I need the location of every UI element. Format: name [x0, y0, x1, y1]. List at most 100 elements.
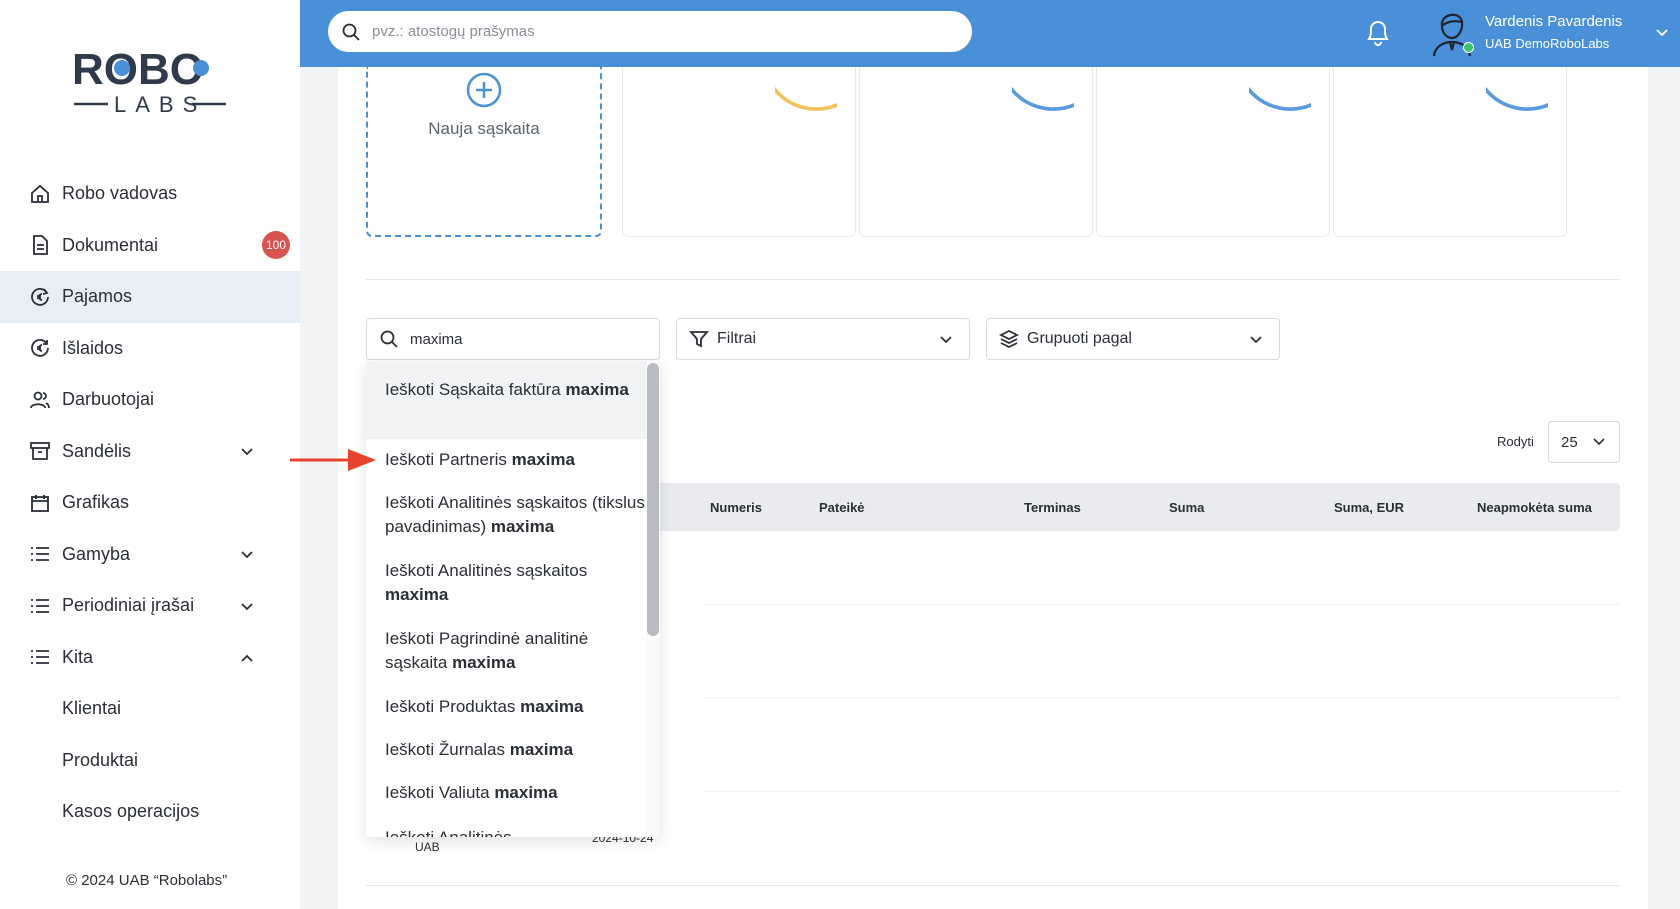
- table-row-divider: [703, 604, 1620, 605]
- search-icon: [342, 23, 360, 41]
- column-header-suma[interactable]: Suma: [1169, 483, 1204, 531]
- sidebar-item-label: Sandėlis: [62, 440, 132, 461]
- euro-income-icon: [30, 287, 50, 307]
- chevron-down-icon: [241, 551, 253, 559]
- global-search[interactable]: [328, 11, 972, 52]
- column-header-numeris[interactable]: Numeris: [710, 483, 762, 531]
- home-icon: [30, 184, 50, 204]
- suggestion-partneris[interactable]: Ieškoti Partneris maxima: [366, 439, 646, 482]
- layers-icon: [999, 329, 1019, 349]
- table-cell-partner: UAB: [415, 840, 440, 854]
- sidebar-item-label: Pajamos: [62, 286, 133, 307]
- sidebar-item-islaidos[interactable]: Išlaidos: [0, 323, 300, 375]
- group-by-label: Grupuoti pagal: [1027, 330, 1132, 347]
- sidebar-item-label: Išlaidos: [62, 337, 124, 358]
- sidebar-item-sandelis[interactable]: Sandėlis: [0, 426, 300, 478]
- table-search-input[interactable]: [410, 330, 630, 348]
- stat-card[interactable]: [622, 67, 856, 237]
- list-icon: [30, 596, 50, 616]
- page-size-label: Rodyti: [1497, 434, 1534, 449]
- new-invoice-card[interactable]: Nauja sąskaita: [366, 67, 602, 237]
- sidebar-item-label: Grafikas: [62, 492, 130, 513]
- dropdown-scrollbar[interactable]: [646, 361, 660, 837]
- column-header-suma-eur[interactable]: Suma, EUR: [1334, 483, 1404, 531]
- annotation-arrow-icon: [290, 449, 376, 471]
- suggestion-analitines[interactable]: Ieškoti Analitinės: [366, 817, 646, 837]
- sidebar-item-pajamos[interactable]: Pajamos: [0, 271, 300, 323]
- sidebar: ROBO LABS Robo vadovas Dokumentai 100 Pa…: [0, 0, 300, 909]
- sidebar-item-label: Robo vadovas: [62, 183, 178, 204]
- chevron-down-icon: [1593, 438, 1605, 446]
- sidebar-item-label: Kita: [62, 646, 94, 667]
- suggestion-pagrindine-analitine-saskaita[interactable]: Ieškoti Pagrindinė analitinė sąskaita ma…: [366, 618, 646, 686]
- user-company: UAB DemoRoboLabs: [1485, 36, 1610, 51]
- plus-circle-icon: [466, 72, 502, 108]
- sidebar-item-periodiniai-irasai[interactable]: Periodiniai įrašai: [0, 580, 300, 632]
- list-icon: [30, 544, 50, 564]
- stat-card[interactable]: [859, 67, 1093, 237]
- robolabs-logo[interactable]: ROBO LABS: [72, 44, 228, 122]
- suggestion-zurnalas[interactable]: Ieškoti Žurnalas maxima: [366, 729, 646, 772]
- gauge-arc: [1249, 86, 1311, 111]
- bell-icon[interactable]: [1364, 17, 1392, 47]
- chevron-down-icon: [241, 448, 253, 456]
- suggestion-analitines-saskaitos[interactable]: Ieškoti Analitinės sąskaitos maxima: [366, 550, 646, 618]
- sidebar-item-label: Dokumentai: [62, 234, 159, 255]
- suggestion-analitines-saskaitos-tikslus[interactable]: Ieškoti Analitinės sąskaitos (tikslus pa…: [366, 482, 646, 550]
- gauge-arc: [1012, 86, 1074, 111]
- sidebar-item-darbuotojai[interactable]: Darbuotojai: [0, 374, 300, 426]
- stat-card[interactable]: [1096, 67, 1330, 237]
- notification-badge: 100: [262, 231, 290, 260]
- table-search[interactable]: [366, 318, 660, 360]
- user-name[interactable]: Vardenis Pavardenis: [1485, 13, 1622, 30]
- page-size-select[interactable]: 25: [1548, 421, 1620, 463]
- search-suggestions-dropdown: Ieškoti Sąskaita faktūra maxima Ieškoti …: [366, 361, 660, 837]
- filters-dropdown[interactable]: Filtrai: [676, 318, 970, 360]
- stat-card[interactable]: [1333, 67, 1567, 237]
- page-size-value: 25: [1561, 433, 1578, 451]
- sidebar-item-label: Darbuotojai: [62, 389, 155, 410]
- filter-icon: [689, 331, 709, 348]
- sidebar-nav: Robo vadovas Dokumentai 100 Pajamos Išla…: [0, 168, 300, 838]
- calendar-icon: [30, 493, 50, 513]
- suggestion-valiuta[interactable]: Ieškoti Valiuta maxima: [366, 772, 646, 815]
- document-icon: [30, 235, 50, 256]
- new-invoice-label: Nauja sąskaita: [428, 119, 540, 138]
- archive-icon: [30, 441, 50, 461]
- sidebar-item-robo-vadovas[interactable]: Robo vadovas: [0, 168, 300, 220]
- column-header-pateike[interactable]: Pateikė: [819, 483, 865, 531]
- svg-text:ROBO: ROBO: [72, 45, 204, 94]
- sidebar-item-dokumentai[interactable]: Dokumentai 100: [0, 220, 300, 272]
- sidebar-subitem-produktai[interactable]: Produktai: [0, 735, 300, 787]
- divider: [366, 885, 1620, 886]
- divider: [366, 279, 1620, 280]
- suggestion-produktas[interactable]: Ieškoti Produktas maxima: [366, 686, 646, 729]
- list-icon: [30, 647, 50, 667]
- table-row-divider: [703, 791, 1620, 792]
- copyright-text: © 2024 UAB “Robolabs”: [66, 872, 228, 889]
- top-bar: Vardenis Pavardenis UAB DemoRoboLabs: [300, 0, 1680, 67]
- sidebar-item-label: Periodiniai įrašai: [62, 595, 195, 616]
- euro-expense-icon: [30, 338, 50, 358]
- filters-label: Filtrai: [717, 330, 757, 347]
- chevron-down-icon: [241, 603, 253, 611]
- scrollbar-thumb[interactable]: [647, 363, 659, 636]
- chevron-down-icon[interactable]: [1655, 26, 1669, 40]
- sidebar-item-grafikas[interactable]: Grafikas: [0, 477, 300, 529]
- sidebar-subitem-kasos-operacijos[interactable]: Kasos operacijos: [0, 786, 300, 838]
- svg-text:LABS: LABS: [114, 92, 206, 117]
- search-icon: [380, 330, 398, 348]
- group-by-dropdown[interactable]: Grupuoti pagal: [986, 318, 1280, 360]
- suggestion-sąskaita-faktura[interactable]: Ieškoti Sąskaita faktūra maxima: [366, 361, 646, 439]
- table-row-divider: [703, 697, 1620, 698]
- sidebar-subitem-klientai[interactable]: Klientai: [0, 683, 300, 735]
- sidebar-item-gamyba[interactable]: Gamyba: [0, 529, 300, 581]
- chevron-down-icon: [1250, 336, 1262, 344]
- column-header-neapmoketa-suma[interactable]: Neapmokėta suma: [1477, 483, 1592, 531]
- column-header-terminas[interactable]: Terminas: [1024, 483, 1081, 531]
- sidebar-item-label: Gamyba: [62, 543, 131, 564]
- sidebar-item-kita[interactable]: Kita: [0, 632, 300, 684]
- global-search-input[interactable]: [372, 23, 932, 40]
- users-icon: [30, 390, 50, 410]
- gauge-arc: [775, 86, 837, 111]
